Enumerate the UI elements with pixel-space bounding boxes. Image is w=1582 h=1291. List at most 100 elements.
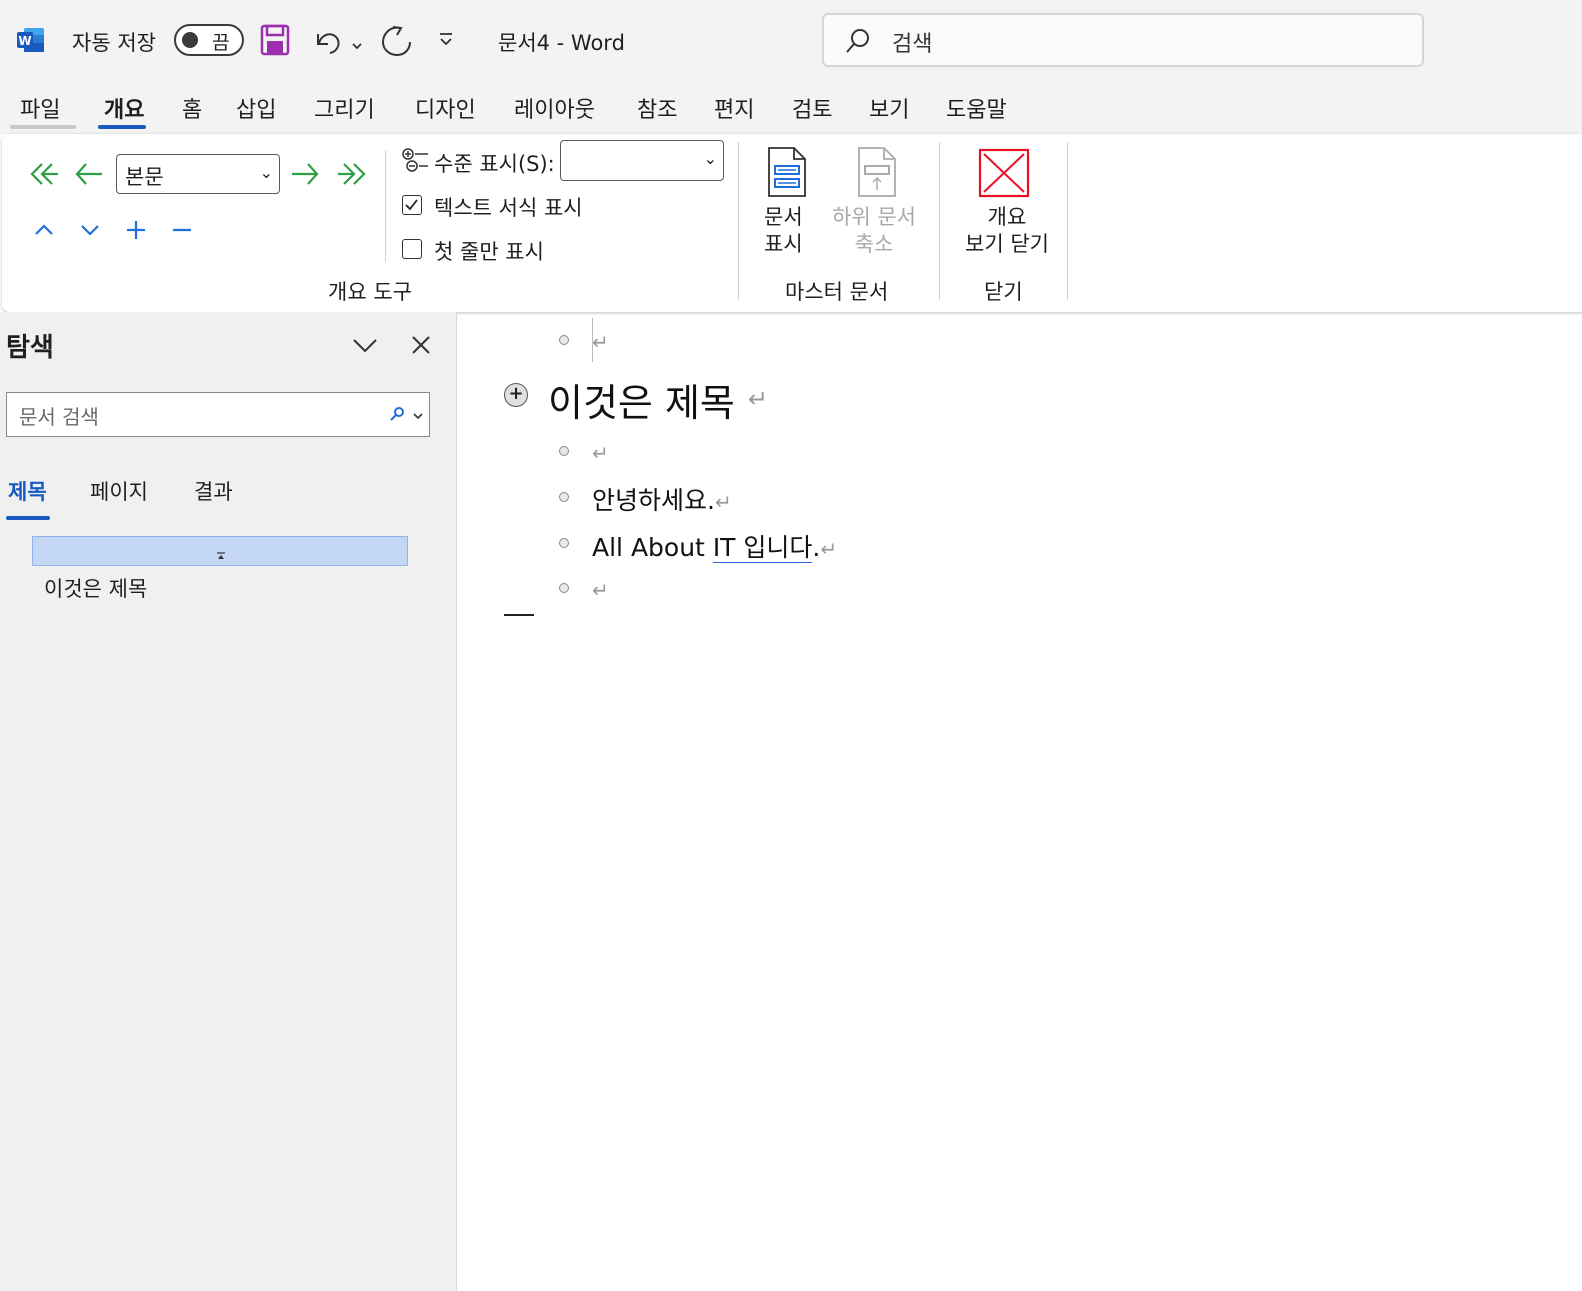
customize-qat-icon[interactable]	[438, 30, 454, 52]
document-heading[interactable]: 이것은 제목	[548, 372, 735, 427]
save-icon[interactable]	[260, 24, 290, 60]
search-icon	[389, 406, 405, 426]
checkmark-icon	[405, 199, 418, 211]
close-pane-icon[interactable]	[410, 334, 432, 360]
search-placeholder: 검색	[892, 32, 933, 57]
move-up-icon[interactable]	[32, 218, 56, 242]
expand-heading-icon[interactable]: +	[504, 383, 528, 407]
tab-view[interactable]: 보기	[869, 92, 909, 124]
nav-tab-active-indicator	[6, 516, 50, 520]
outline-level-value: 본문	[125, 165, 164, 189]
group-master-document-label: 마스터 문서	[785, 280, 889, 304]
close-x-icon	[978, 148, 1030, 202]
ribbon-separator	[738, 142, 739, 300]
body-line-2-prefix: All About	[592, 533, 713, 562]
outline-bullet[interactable]	[559, 446, 569, 456]
redo-icon[interactable]	[380, 24, 412, 62]
show-level-icon	[400, 146, 430, 174]
body-line-1-text: 안녕하세요.	[592, 486, 715, 515]
collapse-icon[interactable]	[170, 218, 194, 242]
tab-draw[interactable]: 그리기	[314, 92, 375, 124]
svg-text:W: W	[18, 34, 31, 48]
outline-bullet[interactable]	[559, 583, 569, 593]
search-icon	[844, 27, 872, 59]
nav-pane-title: 탐색	[6, 333, 54, 363]
tab-design[interactable]: 디자인	[415, 92, 476, 124]
outline-bullet[interactable]	[559, 538, 569, 548]
nav-tab-results[interactable]: 결과	[194, 476, 233, 506]
show-text-formatting-checkbox[interactable]	[402, 195, 422, 215]
demote-icon[interactable]	[290, 160, 320, 188]
tab-file[interactable]: 파일	[20, 92, 60, 124]
outline-level-select[interactable]: 본문 ⌄	[116, 154, 280, 194]
toggle-knob	[182, 32, 198, 48]
autosave-state: 끔	[212, 32, 230, 54]
chevron-down-icon[interactable]	[412, 407, 424, 426]
show-level-select[interactable]: ⌄	[560, 140, 724, 181]
undo-dropdown-icon[interactable]	[351, 36, 363, 55]
promote-to-heading1-icon[interactable]	[28, 160, 60, 188]
tab-home[interactable]: 홈	[182, 92, 202, 124]
show-first-line-only-checkbox[interactable]	[402, 239, 422, 259]
autosave-toggle[interactable]: 끔	[174, 24, 244, 56]
tab-layout[interactable]: 레이아웃	[514, 92, 595, 124]
pane-options-chevron-icon[interactable]	[352, 334, 378, 360]
document-title: 문서4 - Word	[498, 31, 625, 55]
collapse-subdocuments-button[interactable]: 하위 문서 축소	[830, 146, 922, 258]
body-line-1[interactable]: 안녕하세요.↵	[592, 481, 732, 517]
paragraph-mark: ↵	[748, 385, 769, 413]
tab-mailings[interactable]: 편지	[714, 92, 754, 124]
close-outline-view-label: 개요 보기 닫기	[965, 205, 1049, 256]
ribbon-separator	[1067, 142, 1068, 300]
body-line-2[interactable]: All About IT 입니다.↵	[592, 528, 837, 564]
tab-review[interactable]: 검토	[792, 92, 832, 124]
tab-outline[interactable]: 개요	[104, 92, 144, 124]
collapse-subdocuments-icon	[856, 146, 898, 202]
paragraph-mark: ↵	[592, 441, 609, 465]
ribbon-separator	[385, 150, 386, 262]
title-bar: W 자동 저장 끔 문서4 - Word 검색	[0, 0, 1582, 80]
group-outline-tools-label: 개요 도구	[328, 280, 412, 304]
nav-search-input[interactable]: 문서 검색	[6, 392, 430, 437]
autosave-label: 자동 저장	[72, 31, 156, 55]
show-document-label: 문서 표시	[764, 205, 803, 256]
navigation-pane	[0, 312, 457, 1291]
demote-to-body-text-icon[interactable]	[336, 160, 368, 188]
paragraph-mark: ↵	[820, 537, 838, 561]
chevron-down-icon: ⌄	[259, 163, 273, 182]
word-logo-icon: W	[16, 26, 46, 54]
outline-bullet[interactable]	[559, 492, 569, 502]
ribbon-separator	[939, 142, 940, 300]
nav-search-placeholder: 문서 검색	[19, 405, 99, 429]
tab-references[interactable]: 참조	[637, 92, 677, 124]
promote-icon[interactable]	[74, 160, 104, 188]
nav-heading-top-item[interactable]	[32, 536, 408, 566]
active-tab-indicator	[98, 125, 146, 129]
show-document-button[interactable]: 문서 표시	[760, 146, 816, 258]
tab-help[interactable]: 도움말	[946, 92, 1007, 124]
undo-icon[interactable]	[312, 24, 342, 60]
paragraph-mark: ↵	[592, 578, 609, 602]
tab-insert[interactable]: 삽입	[236, 92, 276, 124]
show-first-line-only-label: 첫 줄만 표시	[434, 240, 544, 264]
expand-icon[interactable]	[124, 218, 148, 242]
title-search-box[interactable]: 검색	[822, 13, 1424, 67]
show-level-label: 수준 표시(S):	[434, 152, 555, 176]
paragraph-mark: ↵	[714, 490, 732, 514]
chevron-down-icon: ⌄	[703, 149, 717, 168]
collapse-caret-icon	[216, 546, 226, 565]
show-document-icon	[766, 146, 808, 202]
paragraph-mark: ↵	[592, 330, 609, 354]
nav-tab-headings[interactable]: 제목	[8, 476, 47, 506]
nav-tab-pages[interactable]: 페이지	[90, 476, 148, 506]
group-close-label: 닫기	[984, 280, 1023, 304]
nav-heading-item[interactable]: 이것은 제목	[44, 573, 147, 603]
outline-bullet[interactable]	[559, 335, 569, 345]
end-of-document-marker	[504, 614, 534, 616]
close-outline-view-button[interactable]: 개요 보기 닫기	[956, 146, 1056, 260]
move-down-icon[interactable]	[78, 218, 102, 242]
spelling-flagged-text: IT 입니다	[712, 533, 813, 563]
show-text-formatting-label: 텍스트 서식 표시	[434, 196, 583, 220]
collapse-subdocuments-label: 하위 문서 축소	[832, 205, 916, 256]
file-tab-underline	[10, 125, 76, 129]
